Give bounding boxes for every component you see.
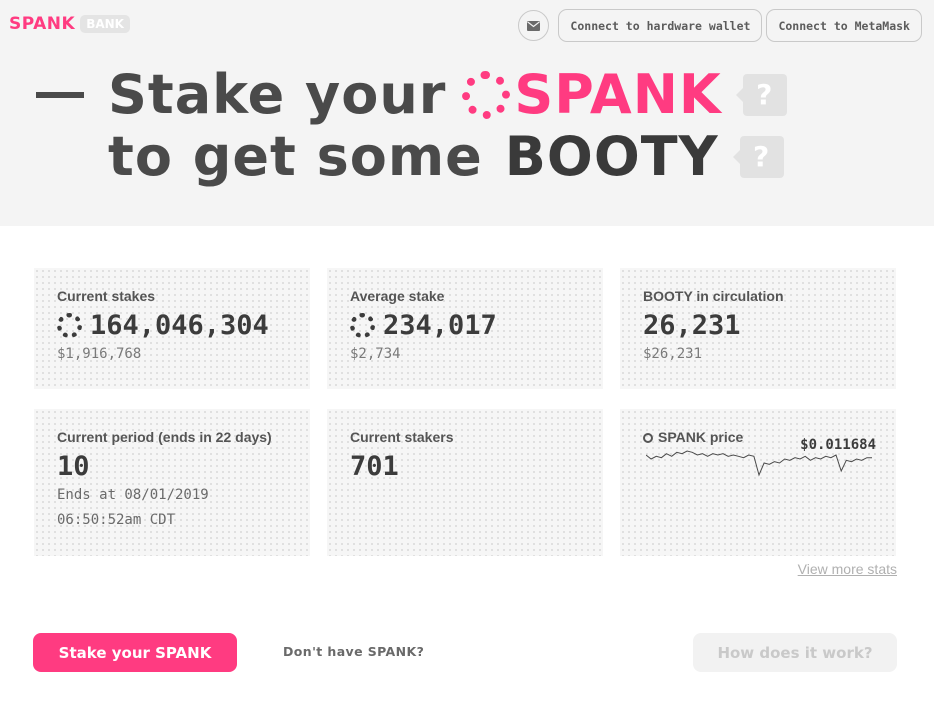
hero-headline: Stake your SPANK ? to get some BOOTY ?	[36, 64, 787, 188]
stat-value: 234,017	[350, 310, 497, 341]
spank-token-icon	[462, 71, 511, 119]
average-stake-value: 234,017	[383, 310, 497, 341]
stat-card-current-period: Current period (ends in 22 days) 10 Ends…	[34, 409, 310, 556]
contact-button[interactable]	[518, 10, 550, 41]
how-does-it-work-button[interactable]: How does it work?	[693, 633, 897, 672]
stat-label: Current period (ends in 22 days)	[57, 429, 272, 445]
stat-usd-value: $1,916,768	[57, 346, 142, 362]
dont-have-spank-link[interactable]: Don't have SPANK?	[283, 644, 424, 659]
stat-usd-value: $26,231	[643, 346, 703, 362]
connect-hardware-wallet-button[interactable]: Connect to hardware wallet	[558, 9, 763, 42]
connect-metamask-button[interactable]: Connect to MetaMask	[766, 9, 922, 42]
stat-card-current-stakes: Current stakes 164,046,304 $1,916,768	[34, 268, 310, 389]
spank-token-icon	[350, 313, 375, 338]
stat-usd-value: $2,734	[350, 346, 401, 362]
stat-card-booty-circulation: BOOTY in circulation 26,231 $26,231	[620, 268, 896, 389]
view-more-stats-link[interactable]: View more stats	[798, 561, 897, 577]
current-stakers-value: 701	[350, 451, 399, 482]
headline-spank-token: SPANK	[514, 63, 722, 126]
stat-card-current-stakers: Current stakers 701	[327, 409, 603, 556]
stat-label: Current stakers	[350, 429, 454, 445]
period-end-time: 06:50:52am CDT	[57, 512, 176, 528]
current-stakes-value: 164,046,304	[90, 310, 269, 341]
headline-line-1: Stake your SPANK ?	[36, 64, 787, 126]
help-tail	[732, 150, 740, 164]
spank-price-label: SPANK price	[658, 429, 744, 445]
stat-label: Current stakes	[57, 288, 156, 304]
stat-value: 701	[350, 451, 399, 482]
spank-token-icon	[643, 433, 653, 443]
headline-dash	[36, 92, 84, 98]
stat-card-average-stake: Average stake 234,017 $2,734	[327, 268, 603, 389]
booty-circulation-value: 26,231	[643, 310, 741, 341]
question-icon: ?	[742, 74, 787, 116]
current-period-value: 10	[57, 451, 90, 482]
period-end-date: Ends at 08/01/2019	[57, 487, 209, 503]
stat-value: 164,046,304	[57, 310, 269, 341]
question-icon: ?	[739, 136, 784, 178]
stat-label: SPANK price	[643, 429, 743, 445]
headline-stake-text: Stake your	[108, 63, 447, 126]
logo[interactable]: SPANK BANK	[9, 14, 130, 34]
booty-help-button[interactable]: ?	[732, 136, 784, 178]
spank-token-icon	[57, 313, 82, 338]
stat-value: 10	[57, 451, 90, 482]
envelope-icon	[527, 20, 541, 31]
headline-get-text: to get some	[108, 125, 483, 188]
stat-label: Average stake	[350, 288, 445, 304]
stat-card-spank-price: SPANK price $0.011684	[620, 409, 896, 556]
headline-line-2: to get some BOOTY ?	[36, 126, 787, 188]
stat-value: 26,231	[643, 310, 741, 341]
hero-section: SPANK BANK Connect to hardware wallet Co…	[0, 0, 934, 226]
sparkline-path	[646, 450, 872, 477]
stat-label: BOOTY in circulation	[643, 288, 784, 304]
stake-spank-button[interactable]: Stake your SPANK	[33, 633, 237, 672]
help-tail	[735, 88, 743, 102]
headline-booty-token: BOOTY	[504, 125, 719, 188]
spank-help-button[interactable]: ?	[735, 74, 787, 116]
spank-price-sparkline	[646, 450, 872, 477]
logo-brand: SPANK	[9, 14, 76, 34]
top-actions: Connect to hardware wallet Connect to Me…	[518, 9, 922, 42]
logo-badge: BANK	[80, 15, 130, 33]
